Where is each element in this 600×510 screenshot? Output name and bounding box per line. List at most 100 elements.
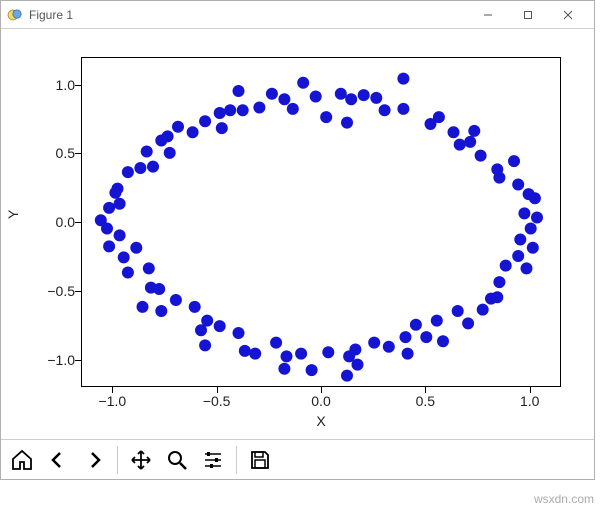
data-point xyxy=(310,91,322,103)
data-point xyxy=(216,122,228,134)
data-point xyxy=(237,104,249,116)
x-axis-label: X xyxy=(81,413,561,429)
y-tick-label: 0.0 xyxy=(15,214,75,230)
y-tick-label: −1.0 xyxy=(15,352,75,368)
data-point xyxy=(518,207,530,219)
data-point xyxy=(529,192,541,204)
data-point xyxy=(278,93,290,105)
data-point xyxy=(335,88,347,100)
nav-toolbar xyxy=(1,439,594,479)
close-button[interactable] xyxy=(548,2,588,28)
data-point xyxy=(397,73,409,85)
data-point xyxy=(527,242,539,254)
window-title: Figure 1 xyxy=(29,8,462,22)
x-tick-label: −1.0 xyxy=(98,393,126,409)
data-point xyxy=(368,337,380,349)
data-point xyxy=(122,166,134,178)
x-tick-label: 0.5 xyxy=(416,393,435,409)
x-tick-label: 1.0 xyxy=(520,393,539,409)
data-point xyxy=(379,104,391,116)
data-point xyxy=(189,301,201,313)
data-point xyxy=(281,350,293,362)
data-point xyxy=(278,363,290,375)
y-axis-ticks: −1.0−0.50.00.51.0 xyxy=(1,57,75,387)
data-point xyxy=(508,155,520,167)
y-tick-label: 1.0 xyxy=(15,77,75,93)
data-point xyxy=(500,260,512,272)
data-point xyxy=(514,234,526,246)
data-point xyxy=(462,317,474,329)
plot-area xyxy=(81,57,561,387)
configure-button[interactable] xyxy=(196,443,230,477)
data-point xyxy=(155,305,167,317)
data-point xyxy=(233,327,245,339)
data-point xyxy=(521,262,533,274)
data-point xyxy=(491,163,503,175)
data-point xyxy=(109,187,121,199)
data-point xyxy=(266,88,278,100)
data-point xyxy=(103,240,115,252)
figure-canvas[interactable]: −1.0−0.50.00.51.0 −1.0−0.50.00.51.0 Y X xyxy=(1,29,594,439)
data-point xyxy=(358,89,370,101)
data-point xyxy=(172,121,184,133)
data-point xyxy=(493,276,505,288)
home-button[interactable] xyxy=(5,443,39,477)
forward-button[interactable] xyxy=(77,443,111,477)
data-point xyxy=(452,305,464,317)
x-tick-label: −0.5 xyxy=(203,393,231,409)
maximize-button[interactable] xyxy=(508,2,548,28)
data-point xyxy=(114,229,126,241)
data-point xyxy=(141,146,153,158)
data-point xyxy=(95,214,107,226)
app-icon xyxy=(7,7,23,23)
data-point xyxy=(410,319,422,331)
data-point xyxy=(134,162,146,174)
data-point xyxy=(253,102,265,114)
toolbar-separator xyxy=(236,446,237,474)
data-point xyxy=(233,85,245,97)
data-point xyxy=(341,370,353,382)
data-point xyxy=(431,315,443,327)
data-point xyxy=(349,344,361,356)
y-axis-label: Y xyxy=(5,210,21,219)
data-point xyxy=(468,125,480,137)
minimize-button[interactable] xyxy=(468,2,508,28)
data-point xyxy=(425,118,437,130)
data-point xyxy=(491,291,503,303)
data-point xyxy=(164,147,176,159)
data-point xyxy=(341,117,353,129)
data-point xyxy=(214,107,226,119)
data-point xyxy=(199,115,211,127)
data-point xyxy=(400,331,412,343)
data-point xyxy=(322,346,334,358)
data-point xyxy=(383,341,395,353)
data-point xyxy=(162,130,174,142)
watermark: wsxdn.com xyxy=(534,492,594,506)
data-point xyxy=(477,304,489,316)
data-point xyxy=(370,92,382,104)
data-point xyxy=(170,294,182,306)
data-point xyxy=(270,337,282,349)
data-point xyxy=(448,126,460,138)
y-tick-label: −0.5 xyxy=(15,283,75,299)
back-button[interactable] xyxy=(41,443,75,477)
figure-window: Figure 1 −1.0−0.50.00.51.0 −1.0−0.50.00.… xyxy=(0,0,595,480)
data-point xyxy=(137,301,149,313)
data-point xyxy=(287,103,299,115)
data-point xyxy=(224,104,236,116)
x-tick-label: 0.0 xyxy=(311,393,330,409)
data-point xyxy=(214,320,226,332)
data-point xyxy=(352,359,364,371)
data-point xyxy=(143,262,155,274)
data-point xyxy=(249,348,261,360)
data-point xyxy=(512,250,524,262)
data-point xyxy=(114,198,126,210)
data-point xyxy=(199,339,211,351)
data-point xyxy=(475,150,487,162)
data-point xyxy=(239,345,251,357)
pan-button[interactable] xyxy=(124,443,158,477)
data-point xyxy=(147,161,159,173)
zoom-button[interactable] xyxy=(160,443,194,477)
save-button[interactable] xyxy=(243,443,277,477)
data-point xyxy=(153,283,165,295)
